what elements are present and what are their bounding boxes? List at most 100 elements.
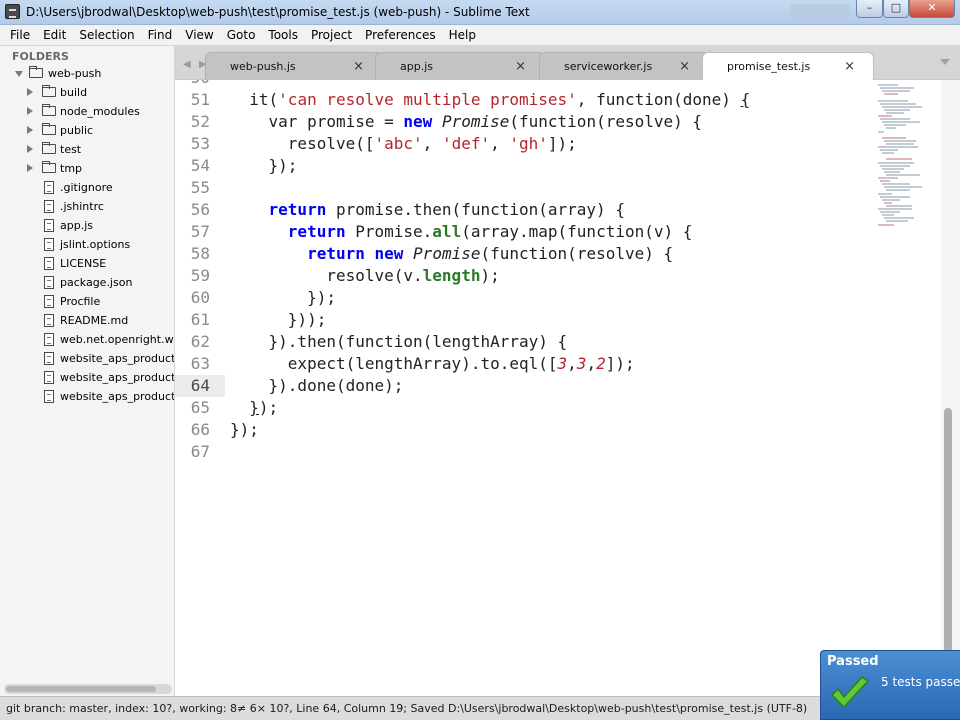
tree-file[interactable]: package.json (0, 273, 174, 292)
menu-project[interactable]: Project (301, 25, 355, 42)
code-text[interactable]: return new Promise(function(resolve) { (230, 243, 673, 265)
menu-preferences[interactable]: Preferences (355, 25, 439, 42)
tab-prev-icon[interactable]: ◀ (183, 59, 191, 70)
chevron-right-icon[interactable] (27, 145, 33, 153)
code-line[interactable]: 61 })); (175, 309, 875, 331)
tab-close-icon[interactable]: × (679, 59, 690, 74)
tab-web-push-js[interactable]: web-push.js × (205, 52, 383, 80)
code-line[interactable]: 62 }).then(function(lengthArray) { (175, 331, 875, 353)
folder-icon (42, 123, 56, 135)
close-button[interactable]: ✕ (909, 0, 955, 18)
code-line[interactable]: 56 return promise.then(function(array) { (175, 199, 875, 221)
sublime-app-icon[interactable] (5, 4, 20, 19)
editor-vertical-scrollbar[interactable] (941, 80, 960, 663)
menu-find[interactable]: Find (138, 25, 176, 42)
code-text[interactable]: expect(lengthArray).to.eql([3,3,2]); (230, 353, 635, 375)
code-line[interactable]: 50 (175, 80, 875, 89)
tree-file[interactable]: Procfile (0, 292, 174, 311)
tree-file[interactable]: README.md (0, 311, 174, 330)
code-line[interactable]: 67 (175, 441, 875, 463)
sidebar-horizontal-scrollbar[interactable] (4, 684, 172, 694)
chevron-right-icon[interactable] (27, 107, 33, 115)
tree-file[interactable]: website_aps_productio (0, 349, 174, 368)
menu-edit[interactable]: Edit (33, 25, 69, 42)
tree-file[interactable]: website_aps_productio (0, 387, 174, 406)
chevron-right-icon[interactable] (27, 126, 33, 134)
tab-close-icon[interactable]: × (844, 59, 855, 74)
tree-file[interactable]: .jshintrc (0, 197, 174, 216)
code-line[interactable]: 57 return Promise.all(array.map(function… (175, 221, 875, 243)
menu-tools[interactable]: Tools (258, 25, 301, 42)
code-text[interactable]: var promise = new Promise(function(resol… (230, 111, 703, 133)
line-number: 61 (190, 310, 210, 329)
chevron-down-icon[interactable] (15, 71, 23, 77)
tree-folder-node-modules[interactable]: node_modules (0, 102, 174, 121)
code-text[interactable]: it('can resolve multiple promises', func… (230, 89, 750, 111)
tree-folder-tmp[interactable]: tmp (0, 159, 174, 178)
maximize-button[interactable]: □ (883, 0, 909, 18)
menu-selection[interactable]: Selection (69, 25, 137, 42)
menu-goto[interactable]: Goto (217, 25, 259, 42)
tree-root-web-push[interactable]: web-push (0, 64, 174, 83)
chevron-right-icon[interactable] (27, 88, 33, 96)
minimize-button[interactable]: – (856, 0, 883, 18)
minimap-line (882, 198, 900, 201)
tree-file[interactable]: website_aps_productio (0, 368, 174, 387)
code-line[interactable]: 54 }); (175, 155, 875, 177)
code-text[interactable]: resolve(['abc', 'def', 'gh']); (230, 133, 577, 155)
file-icon (44, 295, 54, 308)
code-text[interactable]: resolve(v.length); (230, 265, 499, 287)
code-text[interactable]: }); (230, 419, 259, 441)
code-line[interactable]: 55 (175, 177, 875, 199)
status-bar: git branch: master, index: 10?, working:… (0, 696, 960, 720)
chevron-right-icon[interactable] (27, 164, 33, 172)
folder-icon (42, 85, 56, 97)
code-text[interactable]: }).then(function(lengthArray) { (230, 331, 568, 353)
code-text[interactable]: }); (230, 155, 298, 177)
minimap-line (886, 158, 912, 161)
code-line[interactable]: 64 }).done(done); (175, 375, 875, 397)
test-notification[interactable]: Passed 5 tests passed (820, 650, 960, 720)
line-number: 56 (190, 200, 210, 219)
tree-file[interactable]: LICENSE (0, 254, 174, 273)
code-line[interactable]: 66}); (175, 419, 875, 441)
menu-file[interactable]: File (0, 25, 33, 42)
menu-bar: File Edit Selection Find View Goto Tools Projec… (0, 25, 960, 46)
tab-serviceworker-js[interactable]: serviceworker.js × (539, 52, 709, 80)
code-text[interactable]: }).done(done); (230, 375, 404, 397)
code-line[interactable]: 58 return new Promise(function(resolve) … (175, 243, 875, 265)
scrollbar-thumb[interactable] (944, 408, 952, 663)
menu-help[interactable]: Help (439, 25, 479, 42)
tab-promise-test-js[interactable]: promise_test.js × (702, 52, 874, 81)
window-title: D:\Users\jbrodwal\Desktop\web-push\test\… (26, 5, 530, 19)
tab-app-js[interactable]: app.js × (375, 52, 545, 80)
code-text[interactable]: }); (230, 287, 336, 309)
code-line[interactable]: 63 expect(lengthArray).to.eql([3,3,2]); (175, 353, 875, 375)
code-line[interactable]: 65 }); (175, 397, 875, 419)
tree-file[interactable]: app.js (0, 216, 174, 235)
minimap-line (880, 102, 916, 105)
code-text[interactable]: return promise.then(function(array) { (230, 199, 625, 221)
code-text[interactable]: return Promise.all(array.map(function(v)… (230, 221, 693, 243)
tab-close-icon[interactable]: × (353, 59, 364, 74)
tree-folder-build[interactable]: build (0, 83, 174, 102)
tree-file[interactable]: web.net.openright.we (0, 330, 174, 349)
tab-overflow-chevron-icon[interactable] (940, 59, 950, 65)
code-line[interactable]: 51 it('can resolve multiple promises', f… (175, 89, 875, 111)
code-editor[interactable]: 5051 it('can resolve multiple promises',… (175, 80, 941, 696)
code-text[interactable]: })); (230, 309, 327, 331)
minimap[interactable] (878, 80, 940, 230)
tree-folder-public[interactable]: public (0, 121, 174, 140)
code-line[interactable]: 60 }); (175, 287, 875, 309)
code-text[interactable]: }); (230, 397, 278, 419)
code-line[interactable]: 52 var promise = new Promise(function(re… (175, 111, 875, 133)
tree-file[interactable]: jslint.options (0, 235, 174, 254)
code-line[interactable]: 59 resolve(v.length); (175, 265, 875, 287)
line-number: 65 (190, 398, 210, 417)
tab-close-icon[interactable]: × (515, 59, 526, 74)
menu-view[interactable]: View (175, 25, 216, 42)
minimap-line (878, 115, 892, 117)
tree-file[interactable]: .gitignore (0, 178, 174, 197)
tree-folder-test[interactable]: test (0, 140, 174, 159)
code-line[interactable]: 53 resolve(['abc', 'def', 'gh']); (175, 133, 875, 155)
